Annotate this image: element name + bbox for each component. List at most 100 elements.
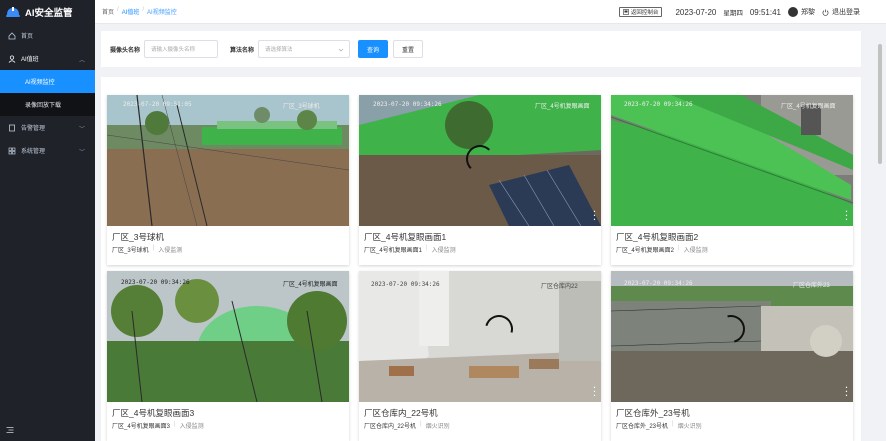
camera-meta: 厂区仓库外_23号机 | 烟火识别	[616, 421, 702, 430]
reset-button-label: 重置	[402, 47, 415, 54]
reset-button[interactable]: 重置	[393, 40, 424, 58]
osd-time: 2023-07-20 09:34:26	[624, 280, 693, 287]
camera-title: 厂区_4号机复眼画面1	[364, 232, 447, 242]
chevron-down-icon: ﹀	[78, 127, 85, 133]
home-icon	[8, 31, 16, 40]
more-options-icon[interactable]: · · ·	[593, 384, 596, 400]
osd-time: 2023-07-20 09:34:26	[371, 281, 440, 288]
video-player[interactable]: 2023-07-20 09:34:26 厂区仓库内22 · · ·	[359, 271, 601, 402]
video-player[interactable]: 2023-07-20 09:51:05 厂区_3号球机	[107, 95, 349, 226]
osd-name: 厂区_4号机复眼画面	[535, 104, 590, 110]
camera-title: 厂区仓库内_22号机	[364, 408, 438, 418]
camera-card[interactable]: 2023-07-20 09:34:26 厂区_4号机复眼画面 · · · 厂区_4号…	[611, 95, 853, 265]
camera-name: 厂区_3号球机	[112, 248, 149, 254]
algo-placeholder: 请选择算法	[265, 47, 293, 53]
camera-grid: 2023-07-20 09:51:05 厂区_3号球机 厂区_3号球机 厂区_3…	[101, 77, 861, 441]
camera-meta: 厂区_4号机复眼画面2 | 入侵监测	[616, 245, 708, 254]
menu-collapse-icon[interactable]	[6, 426, 14, 434]
sidebar-item-ai-video-monitor[interactable]: AI视频监控	[0, 70, 95, 93]
video-player[interactable]: 2023-07-20 09:34:26 厂区仓库外23 · · ·	[611, 271, 853, 402]
camera-meta: 厂区仓库内_22号机 | 烟火识别	[364, 421, 450, 430]
sidebar-item-alarm[interactable]: 告警管理 ﹀	[0, 116, 95, 139]
camera-title: 厂区仓库外_23号机	[616, 408, 690, 418]
breadcrumb-separator: /	[142, 7, 145, 13]
video-frame	[107, 95, 349, 226]
divider: |	[174, 421, 176, 427]
camera-name: 厂区仓库内_22号机	[364, 424, 417, 430]
sidebar-submenu: AI视频监控 录像回放下载	[0, 70, 95, 116]
camera-card[interactable]: 2023-07-20 09:51:05 厂区_3号球机 厂区_3号球机 厂区_3…	[107, 95, 349, 265]
video-player[interactable]: 2023-07-20 09:34:26 厂区_4号机复眼画面 · · ·	[359, 95, 601, 226]
grid-icon	[8, 147, 16, 155]
search-panel: 摄像头名称 请输入摄像头名称 算法名称 请选择算法 查询 重置	[101, 31, 861, 67]
camera-title: 厂区_4号机复眼画面2	[616, 232, 699, 242]
camera-card[interactable]: 2023-07-20 09:34:26 厂区仓库外23 · · · 厂区仓库外_23…	[611, 271, 853, 441]
sidebar-item-system[interactable]: 系统管理 ﹀	[0, 139, 95, 162]
algo-select[interactable]: 请选择算法	[258, 40, 351, 58]
scrollbar-thumb[interactable]	[878, 44, 882, 164]
console-icon	[623, 9, 629, 15]
more-options-icon[interactable]: · · ·	[845, 384, 848, 400]
breadcrumb-parent[interactable]: AI值班	[122, 7, 140, 16]
algo-type: 烟火识别	[677, 424, 702, 430]
more-options-icon[interactable]: · · ·	[593, 208, 596, 224]
algo-type: 烟火识别	[425, 424, 450, 430]
power-icon	[822, 9, 829, 16]
return-console-button[interactable]: 返回控制台	[618, 7, 663, 17]
camera-title: 厂区_3号球机	[112, 232, 164, 242]
algo-type: 入侵监测	[158, 248, 183, 254]
sidebar: AI安全监管 首页 AI值班 ︿ AI视频监控 录像回放下载 告警管理 ﹀ 系统…	[0, 0, 95, 441]
breadcrumb-separator: /	[117, 7, 119, 13]
camera-name: 厂区_4号机复眼画面1	[364, 248, 423, 254]
algo-type: 入侵监测	[683, 248, 708, 254]
chevron-down-icon	[338, 48, 344, 52]
osd-name: 厂区仓库内22	[541, 284, 578, 290]
app-root: AI安全监管 首页 AI值班 ︿ AI视频监控 录像回放下载 告警管理 ﹀ 系统…	[0, 0, 886, 441]
user-name[interactable]: 郑黎	[801, 7, 815, 17]
video-frame	[359, 271, 601, 402]
sidebar-item-ai-duty[interactable]: AI值班 ︿	[0, 47, 95, 70]
document-icon	[8, 124, 16, 132]
query-button[interactable]: 查询	[358, 40, 389, 58]
sidebar-item-label: 录像回放下载	[25, 103, 62, 109]
chevron-down-icon: ﹀	[78, 150, 85, 156]
sidebar-item-playback-download[interactable]: 录像回放下载	[0, 93, 95, 116]
current-time: 09:51:41	[749, 7, 781, 17]
breadcrumb-current: AI视频监控	[147, 10, 177, 16]
topbar-right: 返回控制台 2023-07-20 星期四 09:51:41 郑黎 退出登录	[618, 0, 860, 24]
divider: |	[672, 421, 674, 427]
sidebar-item-label: AI视频监控	[25, 80, 55, 86]
camera-card[interactable]: 2023-07-20 09:34:26 厂区_4号机复眼画面 厂区_4号机复眼画…	[107, 271, 349, 441]
camera-name-placeholder: 请输入摄像头名称	[151, 47, 196, 53]
camera-name-label: 摄像头名称	[110, 47, 141, 54]
algo-type: 入侵监测	[431, 248, 456, 254]
more-options-icon[interactable]: · · ·	[845, 208, 848, 224]
osd-name: 厂区_3号球机	[283, 104, 320, 110]
sidebar-item-label: AI值班	[21, 57, 39, 63]
logout-button[interactable]: 退出登录	[822, 7, 860, 17]
camera-meta: 厂区_4号机复眼画面1 | 入侵监测	[364, 245, 456, 254]
sidebar-item-home[interactable]: 首页	[0, 24, 95, 47]
divider: |	[152, 245, 155, 251]
camera-card[interactable]: 2023-07-20 09:34:26 厂区仓库内22 · · · 厂区仓库内_22…	[359, 271, 601, 441]
video-frame	[611, 95, 853, 226]
video-player[interactable]: 2023-07-20 09:34:26 厂区_4号机复眼画面	[107, 271, 349, 402]
user-icon	[8, 54, 16, 63]
video-player[interactable]: 2023-07-20 09:34:26 厂区_4号机复眼画面 · · ·	[611, 95, 853, 226]
camera-name: 厂区_4号机复眼画面2	[616, 248, 675, 254]
sidebar-item-label: 系统管理	[21, 149, 46, 155]
camera-meta: 厂区_3号球机 | 入侵监测	[112, 245, 182, 254]
page-scrollbar[interactable]	[877, 30, 883, 441]
camera-card[interactable]: 2023-07-20 09:34:26 厂区_4号机复眼画面 · · · 厂区_4号…	[359, 95, 601, 265]
camera-name-input[interactable]: 请输入摄像头名称	[144, 40, 219, 58]
sidebar-item-label: 首页	[21, 34, 34, 40]
osd-time: 2023-07-20 09:34:26	[624, 101, 693, 108]
camera-name: 厂区_4号机复眼画面3	[112, 424, 171, 430]
query-button-label: 查询	[367, 47, 380, 54]
camera-meta: 厂区_4号机复眼画面3 | 入侵监测	[112, 421, 204, 430]
logo[interactable]: AI安全监管	[0, 0, 95, 24]
breadcrumb-home[interactable]: 首页	[102, 7, 114, 16]
divider: |	[426, 245, 428, 251]
avatar[interactable]	[788, 7, 798, 17]
helmet-logo-icon	[6, 7, 20, 17]
